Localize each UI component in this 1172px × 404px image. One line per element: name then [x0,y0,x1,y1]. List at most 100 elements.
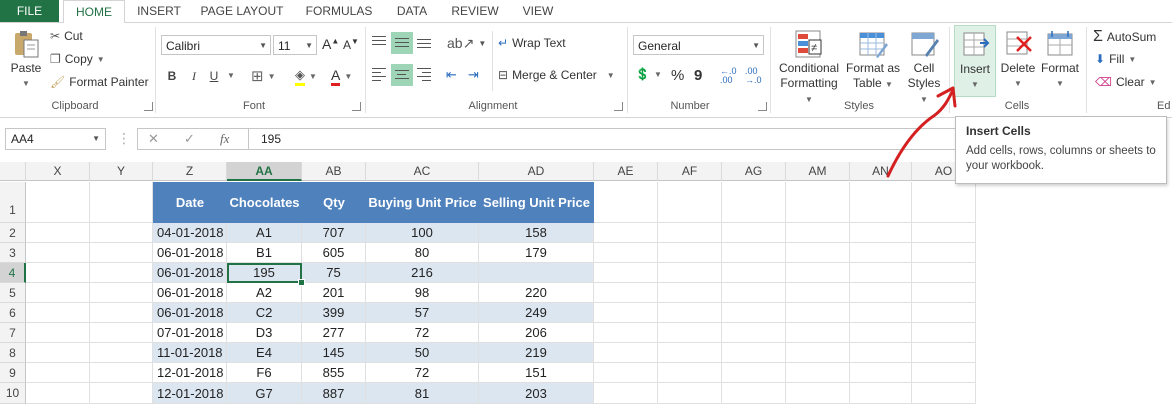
grid-cell[interactable] [786,303,850,323]
grid-cell[interactable] [90,303,153,323]
decrease-decimal-button[interactable]: .00 →.0 [745,67,762,85]
column-header-aa[interactable]: AA [227,162,302,181]
grid-cell[interactable] [90,263,153,283]
grid-cell[interactable] [26,243,90,263]
grid-cell[interactable] [594,182,658,223]
clear-button[interactable]: ⌫ Clear ▼ [1095,75,1157,89]
column-header-am[interactable]: AM [786,162,850,181]
fill-button[interactable]: ⬇ Fill ▼ [1095,52,1136,66]
align-right-button[interactable] [416,67,432,81]
row-header-10[interactable]: 10 [0,383,26,404]
column-header-ae[interactable]: AE [594,162,658,181]
grid-cell[interactable] [722,323,786,343]
grid-cell[interactable] [850,343,912,363]
table-cell[interactable]: B1 [227,243,302,263]
column-header-ad[interactable]: AD [479,162,594,181]
grid-cell[interactable] [658,263,722,283]
grid-cell[interactable] [850,243,912,263]
bottom-align-button[interactable] [416,35,432,49]
table-cell[interactable]: 277 [302,323,366,343]
italic-button[interactable]: I [185,67,203,85]
column-header-an[interactable]: AN [850,162,912,181]
top-align-button[interactable] [371,35,387,49]
paste-button[interactable]: Paste ▼ [6,29,46,91]
font-size-select[interactable]: 11 ▼ [273,35,317,55]
insert-function-icon[interactable]: fx [220,131,229,147]
table-cell[interactable]: 06-01-2018 [153,283,227,303]
table-cell[interactable]: 98 [366,283,479,303]
table-cell[interactable]: A2 [227,283,302,303]
grid-cell[interactable] [850,263,912,283]
tab-home[interactable]: HOME [63,0,125,24]
grid-cell[interactable] [26,223,90,243]
name-box[interactable]: AA4 ▼ [5,128,106,150]
row-header-5[interactable]: 5 [0,283,26,303]
grid-cell[interactable] [658,182,722,223]
table-cell[interactable]: D3 [227,323,302,343]
grid-cell[interactable] [786,243,850,263]
middle-align-button[interactable] [391,32,413,54]
row-header-9[interactable]: 9 [0,363,26,383]
copy-button[interactable]: ❐ Copy ▼ [50,52,105,66]
grid-cell[interactable] [26,303,90,323]
grid-cell[interactable] [722,283,786,303]
grid-cell[interactable] [850,323,912,343]
increase-font-button[interactable]: A▲ [322,36,339,52]
decrease-indent-button[interactable]: ⇤ [446,67,457,83]
grid-cell[interactable] [594,383,658,404]
table-cell[interactable]: 201 [302,283,366,303]
table-cell[interactable]: 179 [479,243,594,263]
row-header-2[interactable]: 2 [0,223,26,243]
underline-button[interactable]: U [205,67,223,85]
column-header-ac[interactable]: AC [366,162,479,181]
grid-cell[interactable] [594,363,658,383]
table-cell[interactable]: 06-01-2018 [153,263,227,283]
table-cell[interactable]: 855 [302,363,366,383]
grid-cell[interactable] [90,243,153,263]
align-left-button[interactable] [371,67,387,81]
font-launcher-icon[interactable] [352,102,361,111]
grid-cell[interactable] [850,383,912,404]
grid-cell[interactable] [912,243,976,263]
tab-file[interactable]: FILE [0,0,59,22]
delete-cells-button[interactable]: Delete ▼ [998,29,1038,91]
grid-cell[interactable] [722,243,786,263]
table-cell[interactable]: 219 [479,343,594,363]
table-cell[interactable]: E4 [227,343,302,363]
grid-cell[interactable] [90,223,153,243]
grid-cell[interactable] [26,323,90,343]
table-cell[interactable] [479,263,594,283]
grid-cell[interactable] [594,323,658,343]
table-header-cell[interactable]: Date [153,182,227,223]
grid-cell[interactable] [786,363,850,383]
cancel-icon[interactable]: ✕ [148,131,159,147]
grid-cell[interactable] [594,263,658,283]
font-name-select[interactable]: Calibri ▼ [161,35,271,55]
table-cell[interactable]: 399 [302,303,366,323]
grid-cell[interactable] [722,303,786,323]
grid-cell[interactable] [912,223,976,243]
column-header-z[interactable]: Z [153,162,227,181]
grid-cell[interactable] [658,383,722,404]
grid-cell[interactable] [912,283,976,303]
grid-cell[interactable] [722,343,786,363]
number-format-select[interactable]: General ▼ [633,35,764,55]
tab-formulas[interactable]: FORMULAS [300,0,378,22]
table-cell[interactable]: 04-01-2018 [153,223,227,243]
tab-data[interactable]: DATA [386,0,438,22]
grid-cell[interactable] [722,263,786,283]
grid-cell[interactable] [912,363,976,383]
column-header-x[interactable]: X [26,162,90,181]
table-cell[interactable]: 72 [366,323,479,343]
row-header-7[interactable]: 7 [0,323,26,343]
select-all-corner[interactable] [0,162,26,181]
grid-cell[interactable] [722,223,786,243]
insert-cells-button[interactable]: Insert ▼ [954,25,996,97]
table-cell[interactable]: 57 [366,303,479,323]
grid-cell[interactable] [26,383,90,404]
grid-cell[interactable] [594,283,658,303]
grid-cell[interactable] [594,243,658,263]
table-cell[interactable]: C2 [227,303,302,323]
table-cell[interactable]: 12-01-2018 [153,383,227,404]
grid-cell[interactable] [912,263,976,283]
